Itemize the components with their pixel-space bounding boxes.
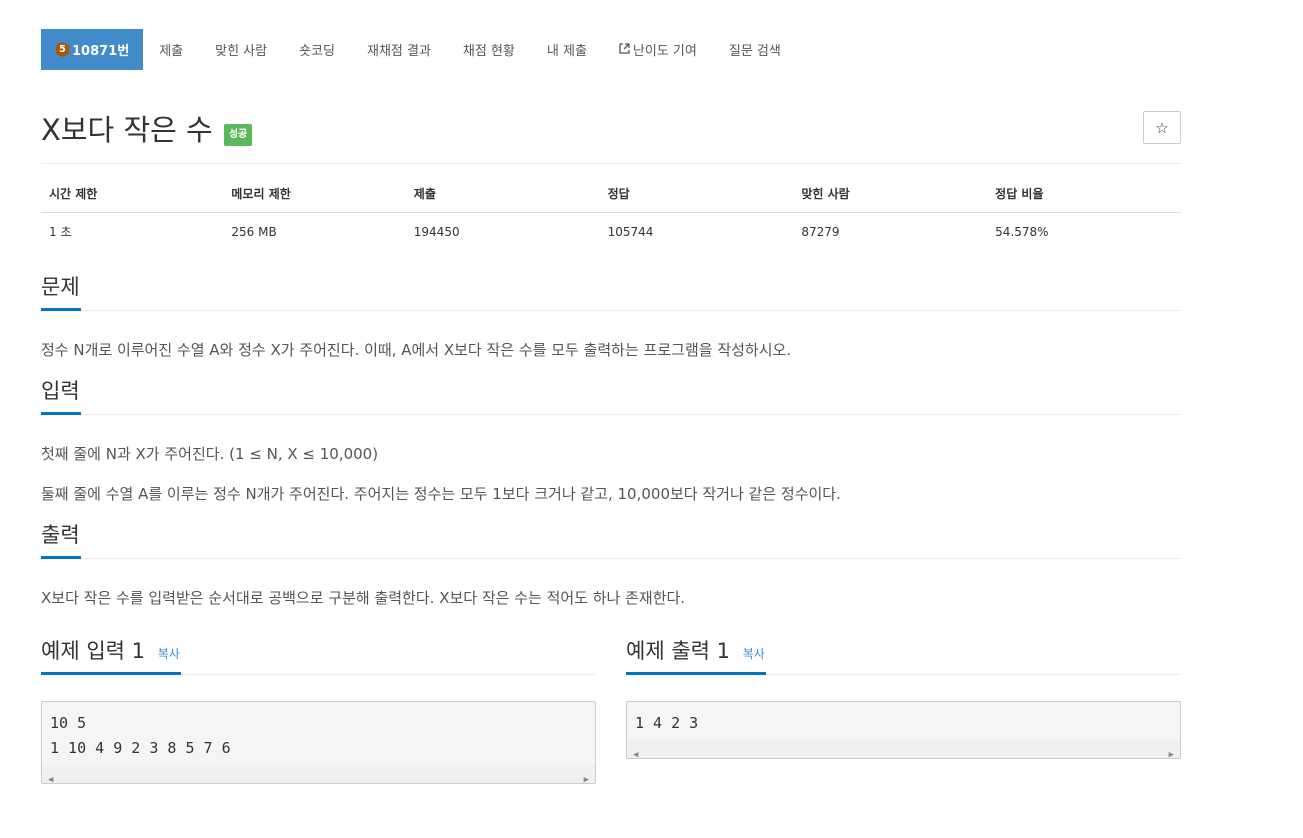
memory-limit-value: 256 MB <box>231 224 277 239</box>
col-memory-limit: 메모리 제한 <box>223 185 406 213</box>
input-section: 입력 첫째 줄에 N과 X가 주어진다. (1 ≤ N, X ≤ 10,000)… <box>41 379 1181 506</box>
problem-header: X보다 작은 수 성공 ☆ <box>41 111 1181 164</box>
accepted-value: 105744 <box>607 224 654 239</box>
sample-output-title: 예제 출력 1 <box>626 639 730 663</box>
tab-problem[interactable]: 5 10871번 <box>41 29 144 70</box>
tab-my-submissions[interactable]: 내 제출 <box>531 29 603 70</box>
problem-section: 문제 정수 N개로 이루어진 수열 A와 정수 X가 주어진다. 이때, A에서… <box>41 275 1181 362</box>
problem-page: 5 10871번 제출 맞힌 사람 숏코딩 재채점 결과 채점 현황 내 제출 … <box>41 29 1181 784</box>
table-row: 1 초 256 MB 194450 105744 87279 54.578% <box>41 213 1181 241</box>
accept-rate-value: 54.578% <box>995 224 1049 239</box>
col-solvers: 맞힌 사람 <box>793 185 988 213</box>
tab-solvers[interactable]: 맞힌 사람 <box>199 29 283 70</box>
output-description: X보다 작은 수를 입력받은 순서대로 공백으로 구분해 출력한다. X보다 작… <box>41 589 686 607</box>
col-accepted: 정답 <box>599 185 794 213</box>
submissions-value: 194450 <box>413 224 460 239</box>
col-submissions: 제출 <box>405 185 600 213</box>
sample-output-text: 1 4 2 3 <box>635 714 699 732</box>
horizontal-scrollbar[interactable]: ◀ ▶ <box>627 740 1180 758</box>
tab-question-search[interactable]: 질문 검색 <box>713 29 797 70</box>
tier-badge-icon: 5 <box>56 42 69 57</box>
solvers-value: 87279 <box>801 224 840 239</box>
tab-judge-status[interactable]: 채점 현황 <box>447 29 531 70</box>
problem-number: 10871번 <box>72 44 130 59</box>
sample-input-text: 10 5 1 10 4 9 2 3 8 5 7 6 <box>50 714 231 757</box>
copy-sample-input-button[interactable]: 복사 <box>158 647 180 661</box>
problem-info-table: 시간 제한 메모리 제한 제출 정답 맞힌 사람 정답 비율 1 초 256 M… <box>41 185 1181 240</box>
problem-menu: 5 10871번 제출 맞힌 사람 숏코딩 재채점 결과 채점 현황 내 제출 … <box>41 29 1181 70</box>
tab-short-coding[interactable]: 숏코딩 <box>283 29 351 70</box>
external-link-icon <box>619 42 630 57</box>
tab-difficulty-contribution[interactable]: 난이도 기여 <box>603 29 713 70</box>
scroll-left-icon[interactable]: ◀ <box>633 743 638 758</box>
copy-sample-output-button[interactable]: 복사 <box>743 647 765 661</box>
input-section-title: 입력 <box>41 379 81 415</box>
output-section-title: 출력 <box>41 523 81 559</box>
sample-input-code[interactable]: 10 5 1 10 4 9 2 3 8 5 7 6 ◀ ▶ <box>41 701 596 784</box>
status-badge: 성공 <box>223 124 253 146</box>
input-description-line-2: 둘째 줄에 수열 A를 이루는 정수 N개가 주어진다. 주어지는 정수는 모두… <box>41 485 841 503</box>
star-icon: ☆ <box>1155 118 1169 137</box>
scroll-left-icon[interactable]: ◀ <box>48 768 53 783</box>
samples: 예제 입력 1 복사 10 5 1 10 4 9 2 3 8 5 7 6 ◀ ▶ … <box>41 639 1181 784</box>
difficulty-contribution-label: 난이도 기여 <box>632 44 697 59</box>
horizontal-scrollbar[interactable]: ◀ ▶ <box>42 765 595 783</box>
output-section: 출력 X보다 작은 수를 입력받은 순서대로 공백으로 구분해 출력한다. X보… <box>41 523 1181 610</box>
problem-description: 정수 N개로 이루어진 수열 A와 정수 X가 주어진다. 이때, A에서 X보… <box>41 341 792 359</box>
sample-output-code[interactable]: 1 4 2 3 ◀ ▶ <box>626 701 1181 759</box>
sample-input-title: 예제 입력 1 <box>41 639 145 663</box>
col-time-limit: 시간 제한 <box>41 185 224 213</box>
sample-output-1: 예제 출력 1 복사 1 4 2 3 ◀ ▶ <box>626 639 1181 784</box>
input-description-line-1: 첫째 줄에 N과 X가 주어진다. (1 ≤ N, X ≤ 10,000) <box>41 445 379 463</box>
scroll-right-icon[interactable]: ▶ <box>1169 743 1174 758</box>
tab-submit[interactable]: 제출 <box>143 29 199 70</box>
sample-input-1: 예제 입력 1 복사 10 5 1 10 4 9 2 3 8 5 7 6 ◀ ▶ <box>41 639 596 784</box>
table-header-row: 시간 제한 메모리 제한 제출 정답 맞힌 사람 정답 비율 <box>41 185 1181 213</box>
time-limit-value: 1 초 <box>49 225 72 239</box>
col-accept-rate: 정답 비율 <box>987 185 1181 213</box>
tab-rejudge-results[interactable]: 재채점 결과 <box>351 29 447 70</box>
scroll-right-icon[interactable]: ▶ <box>584 768 589 783</box>
favorite-button[interactable]: ☆ <box>1143 111 1181 144</box>
problem-section-title: 문제 <box>41 275 81 311</box>
problem-title: X보다 작은 수 <box>41 113 213 147</box>
